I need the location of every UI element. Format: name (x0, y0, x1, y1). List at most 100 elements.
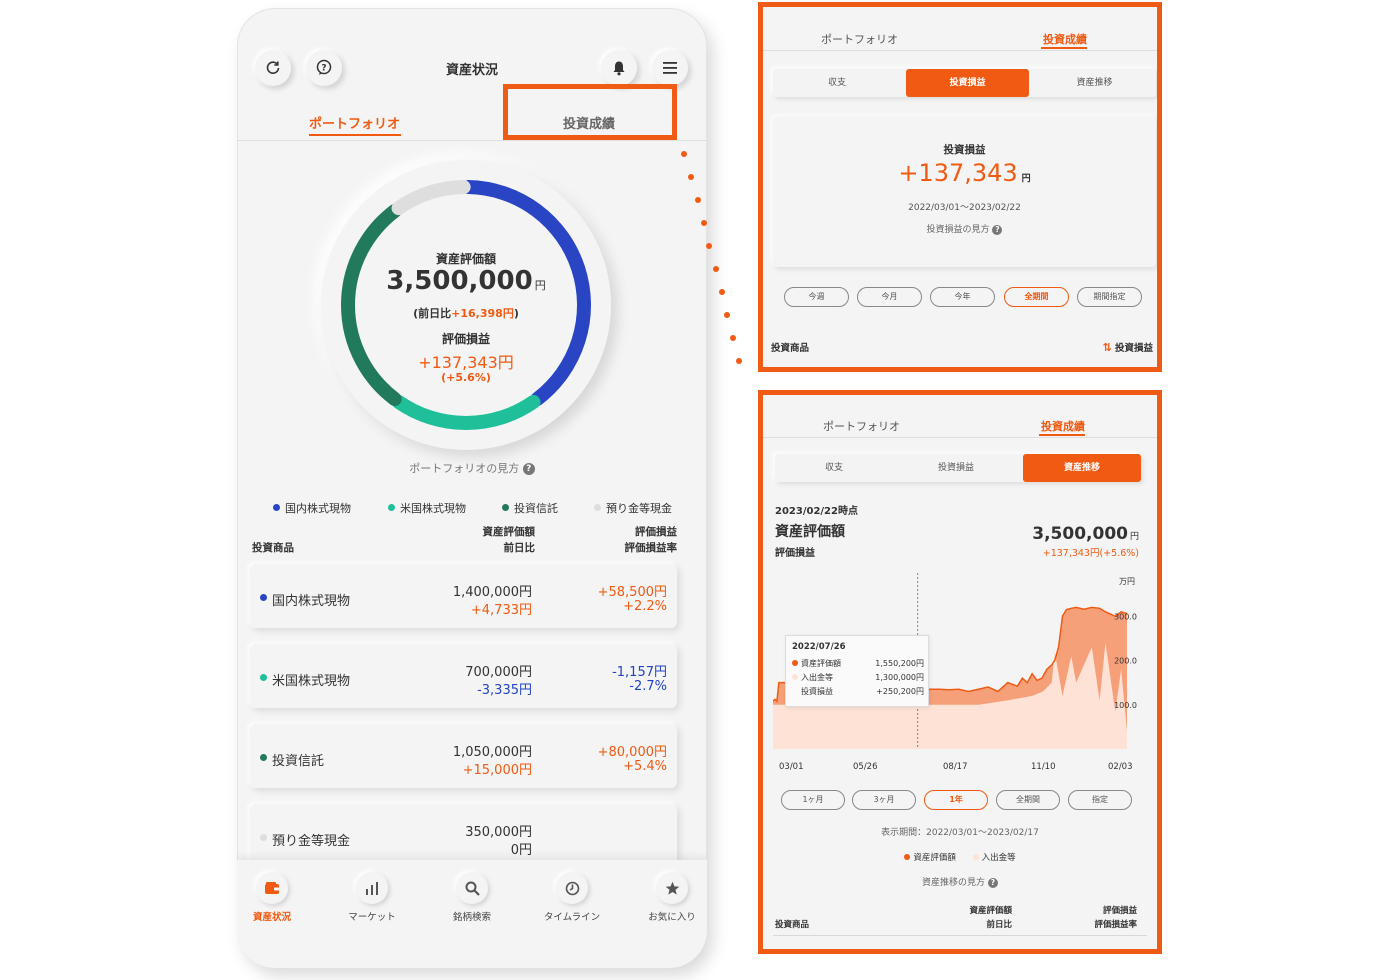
total-amount: 3,500,000 円 (1032, 524, 1139, 544)
holding-row-cash[interactable]: 預り金等現金 350,000円 0円 (250, 804, 677, 868)
bell-icon (613, 61, 625, 76)
howto-label: ポートフォリオの見方 (409, 462, 520, 475)
tab-active-indicator (1039, 434, 1085, 436)
nav-favorites[interactable]: お気に入り (632, 872, 707, 923)
tab-performance[interactable]: 投資成績 (1043, 31, 1087, 47)
segment-income[interactable]: 収支 (773, 69, 901, 97)
howto-label: 資産推移の見方 (922, 878, 986, 888)
range-1y[interactable]: 1年 (924, 790, 988, 810)
chart-legend: 資産評価額 入出金等 (763, 851, 1157, 863)
legend-item-cash: 預り金等現金 (594, 500, 672, 516)
menu-button[interactable] (652, 50, 688, 86)
nav-timeline[interactable]: タイムライン (532, 872, 612, 923)
segment-investment-pl[interactable]: 投資損益 (906, 69, 1029, 97)
period-custom[interactable]: 期間指定 (1077, 287, 1142, 307)
nav-assets[interactable]: 資産状況 (237, 872, 312, 923)
tooltip-row: 入出金等 1,300,000円 (792, 672, 924, 683)
period-year[interactable]: 今年 (930, 287, 995, 307)
row-value: 1,400,000円 (452, 585, 532, 600)
highlight-box (503, 84, 677, 140)
th-product: 投資商品 (252, 542, 294, 554)
legend-label: 米国株式現物 (400, 502, 466, 515)
pl-amount: +137,343 円 (773, 159, 1156, 187)
legend-dot (594, 504, 601, 511)
range-1m[interactable]: 1ヶ月 (781, 790, 845, 810)
th-pl-rate: 評価損益率 (1094, 920, 1137, 930)
asof-date: 2023/02/22時点 (775, 506, 858, 517)
performance-panel: ポートフォリオ 投資成績 収支 投資損益 資産推移 投資損益 +137,343 円… (758, 2, 1162, 372)
pl-value: +137,343円(+5.6%) (1042, 548, 1139, 559)
th-pl-rate: 評価損益率 (624, 542, 678, 554)
row-change: 0円 (510, 843, 532, 858)
legend-label: 入出金等 (981, 853, 1016, 863)
sort-icon: ⇅ (1102, 341, 1112, 354)
asset-trend-panel: ポートフォリオ 投資成績 収支 投資損益 資産推移 2023/02/22時点 資… (758, 390, 1162, 954)
pl-period: 2022/03/01〜2023/02/22 (908, 203, 1021, 213)
nav-label: タイムライン (543, 912, 601, 923)
pl-card: 投資損益 +137,343 円 2022/03/01〜2023/02/22 投資損… (773, 117, 1156, 267)
question-icon: ? (522, 463, 535, 475)
trend-howto-link[interactable]: 資産推移の見方 ? (763, 875, 1157, 888)
sort-button[interactable]: ⇅ 投資損益 (1102, 340, 1153, 354)
tooltip-row: 資産評価額 1,550,200円 (792, 658, 924, 669)
y-tick-label: 200.0 (1114, 657, 1137, 666)
legend-label: 国内株式現物 (285, 502, 351, 515)
nav-market[interactable]: マーケット (332, 872, 412, 923)
row-name: 米国株式現物 (272, 674, 351, 689)
row-name: 預り金等現金 (272, 834, 351, 849)
range-3m[interactable]: 3ヶ月 (852, 790, 916, 810)
sort-label: 投資損益 (1114, 343, 1153, 354)
search-icon (456, 872, 488, 904)
period-month[interactable]: 今月 (857, 287, 922, 307)
tab-portfolio[interactable]: ポートフォリオ (823, 418, 900, 434)
portfolio-howto-link[interactable]: ポートフォリオの見方 ? (237, 460, 707, 476)
nav-search[interactable]: 銘柄検索 (432, 872, 512, 923)
period-all[interactable]: 全期間 (1004, 287, 1069, 307)
segment-asset-trend[interactable]: 資産推移 (1033, 69, 1156, 97)
segment-investment-pl[interactable]: 投資損益 (897, 454, 1015, 482)
tab-portfolio[interactable]: ポートフォリオ (309, 113, 400, 132)
segment-asset-trend[interactable]: 資産推移 (1023, 454, 1141, 482)
th-pl: 評価損益 (1102, 906, 1137, 916)
tooltip-value: 1,550,200円 (875, 659, 924, 668)
holding-row-domestic[interactable]: 国内株式現物 1,400,000円 +4,733円 +58,500円 +2.2% (250, 564, 677, 628)
donut-pl-label: 評価損益 (441, 332, 490, 346)
nav-label: マーケット (348, 912, 396, 923)
row-value: 350,000円 (465, 825, 532, 840)
holding-row-fund[interactable]: 投資信託 1,050,000円 +15,000円 +80,000円 +5.4% (250, 724, 677, 788)
total-unit: 円 (1129, 532, 1139, 542)
row-value: 1,050,000円 (452, 745, 532, 760)
row-value: 700,000円 (465, 665, 532, 680)
tooltip-row: 投資損益 +250,200円 (801, 686, 924, 697)
notification-button[interactable] (601, 50, 637, 86)
howto-label: 投資損益の見方 (926, 225, 990, 235)
tab-active-indicator (1041, 47, 1087, 49)
tab-divider (763, 50, 1157, 51)
clock-icon (556, 872, 588, 904)
tab-performance[interactable]: 投資成績 (1041, 418, 1085, 434)
th-dod: 前日比 (986, 920, 1012, 930)
legend-label: 投資信託 (514, 502, 558, 515)
tooltip-label: 投資損益 (801, 687, 833, 696)
donut-segment (391, 180, 471, 216)
nav-label: 資産状況 (252, 912, 291, 923)
row-dot (260, 834, 267, 841)
tooltip-date: 2022/07/26 (792, 642, 846, 652)
donut-change-prefix: (前日比 (413, 307, 452, 320)
pl-howto-link[interactable]: 投資損益の見方 ? (773, 222, 1156, 235)
period-week[interactable]: 今週 (784, 287, 849, 307)
tooltip-dot (792, 660, 798, 666)
segment-income[interactable]: 収支 (775, 454, 893, 482)
row-dot (260, 674, 267, 681)
legend-item-fund: 投資信託 (502, 500, 558, 516)
wallet-icon (256, 872, 288, 904)
holding-row-us[interactable]: 米国株式現物 700,000円 -3,335円 -1,157円 -2.7% (250, 644, 677, 708)
tab-portfolio[interactable]: ポートフォリオ (821, 31, 898, 47)
range-all[interactable]: 全期間 (996, 790, 1060, 810)
tooltip-label: 資産評価額 (801, 659, 841, 668)
row-dot (260, 754, 267, 761)
range-custom[interactable]: 指定 (1068, 790, 1132, 810)
donut-pl-value: +137,343円 (418, 353, 514, 372)
connector-dots (681, 151, 742, 364)
question-icon: ? (987, 878, 998, 888)
